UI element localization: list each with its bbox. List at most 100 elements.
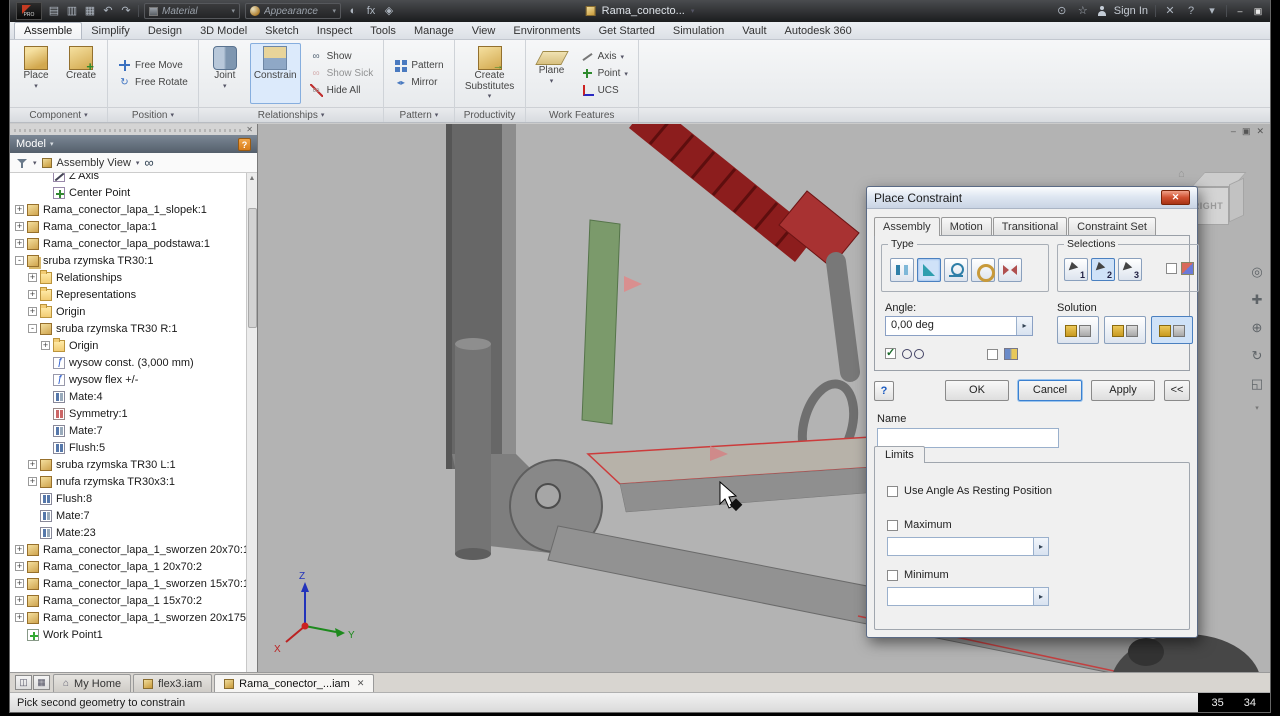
pattern-button[interactable]: Pattern [390,57,447,73]
tree-item-mate-7[interactable]: +Mate:7 [10,422,257,439]
ribbon-tab-environments[interactable]: Environments [504,23,589,39]
tree-expand-toggle[interactable]: + [28,307,37,316]
show-preview-checkbox[interactable] [885,346,896,359]
constraint-type-tangent-button[interactable] [944,258,968,282]
joint-button[interactable]: Joint ▾ [205,43,245,104]
selection-3-button[interactable]: 3 [1118,258,1142,281]
open-file-icon[interactable]: ▥ [65,1,79,21]
dialog-tab-motion[interactable]: Motion [940,217,992,236]
tree-item-rama-conector-lapa-1-slopek-1[interactable]: + Rama_conector_lapa_1_slopek:1 [10,201,257,218]
chevron-down-icon[interactable]: ▾ [50,140,54,148]
redo-icon[interactable]: ↷ [119,1,133,21]
constraint-type-insert-button[interactable] [971,258,995,282]
tree-expand-toggle[interactable]: + [15,562,24,571]
navigation-wheel-icon[interactable]: ◎ [1251,264,1262,280]
document-tab-rama-conector-iam[interactable]: Rama_conector_...iam ✕ [214,674,375,692]
panel-footer-work-features[interactable]: Work Features [525,107,638,122]
inventor-logo[interactable]: PRO [16,2,42,20]
minimize-window-icon[interactable]: ‒ [1234,6,1246,17]
axis-button[interactable]: Axis ▾ [577,49,632,65]
ribbon-tab-3d-model[interactable]: 3D Model [191,23,256,39]
sign-in-link[interactable]: Sign In [1114,5,1148,17]
panel-footer-relationships[interactable]: Relationships ▾ [198,107,384,122]
pan-icon[interactable]: ✚ [1252,292,1263,308]
tree-expand-toggle[interactable]: + [15,239,24,248]
tree-expand-toggle[interactable]: + [28,290,37,299]
scroll-up-icon[interactable]: ▲ [249,173,256,184]
constraint-type-symmetry-button[interactable] [998,258,1022,282]
look-at-icon[interactable]: ◱ [1251,376,1263,392]
tree-item-z-axis[interactable]: +Z Axis [10,173,257,184]
maximum-flyout-icon[interactable]: ▸ [1033,538,1048,555]
tree-item-origin[interactable]: + Origin [10,337,257,354]
point-button[interactable]: Point ▾ [577,66,632,82]
tree-item-mate-7[interactable]: +Mate:7 [10,507,257,524]
tree-item-relationships[interactable]: + Relationships [10,269,257,286]
undo-icon[interactable]: ↶ [101,1,115,21]
predict-offset-checkbox[interactable] [987,348,998,360]
minimum-flyout-icon[interactable]: ▸ [1033,588,1048,605]
angle-combo[interactable]: 0,00 deg ▸ [885,316,1033,336]
doc-minimize-icon[interactable]: ‒ [1231,126,1236,137]
exchange-icon[interactable]: ✕ [1163,1,1177,21]
chevron-down-icon[interactable]: ▾ [691,7,695,15]
ok-button[interactable]: OK [945,380,1009,401]
tree-expand-toggle[interactable]: + [15,613,24,622]
tree-item-rama-conector-lapa-1-sworzen-20x175-1[interactable]: + Rama_conector_lapa_1_sworzen 20x175:1 [10,609,257,626]
tree-item-rama-conector-lapa-1[interactable]: + Rama_conector_lapa:1 [10,218,257,235]
tree-item-mate-4[interactable]: +Mate:4 [10,388,257,405]
panel-footer-productivity[interactable]: Productivity [454,107,525,122]
favorites-star-icon[interactable]: ☆ [1076,1,1090,21]
tree-expand-toggle[interactable]: + [41,341,50,350]
dialog-tab-transitional[interactable]: Transitional [992,217,1068,236]
tree-expand-toggle[interactable]: - [15,256,24,265]
name-input[interactable] [877,428,1059,448]
find-binoculars-icon[interactable]: ∞ [144,156,153,169]
resting-position-checkbox[interactable] [887,485,898,497]
panel-footer-pattern[interactable]: Pattern ▾ [384,107,454,122]
cancel-button[interactable]: Cancel [1018,380,1082,401]
solution-undirected-button[interactable] [1104,316,1146,344]
tree-expand-toggle[interactable]: - [28,324,37,333]
ucs-button[interactable]: UCS [577,83,632,99]
apply-button[interactable]: Apply [1091,380,1155,401]
help-icon[interactable]: ? [1184,1,1198,21]
ribbon-tab-manage[interactable]: Manage [405,23,463,39]
ribbon-tab-simplify[interactable]: Simplify [82,23,139,39]
tree-item-rama-conector-lapa-1-sworzen-15x70-1[interactable]: + Rama_conector_lapa_1_sworzen 15x70:1 [10,575,257,592]
chevron-down-icon[interactable]: ▾ [33,159,37,167]
close-tab-icon[interactable]: ✕ [357,678,365,689]
tree-item-flush-5[interactable]: +Flush:5 [10,439,257,456]
show-button[interactable]: Show [306,49,378,65]
dialog-close-button[interactable]: ✕ [1161,190,1190,205]
orbit-icon[interactable]: ↻ [1252,348,1263,364]
tree-item-sruba-rzymska-tr30-l-1[interactable]: + sruba rzymska TR30 L:1 [10,456,257,473]
tree-expand-toggle[interactable]: + [28,273,37,282]
filter-icon[interactable] [16,157,28,169]
tree-item-wysow-flex[interactable]: +wysow flex +/- [10,371,257,388]
home-icon[interactable]: ⌂ [1178,168,1185,180]
tree-expand-toggle[interactable]: + [15,222,24,231]
constraint-type-mate-button[interactable] [890,258,914,282]
viewcube-side-face[interactable] [1229,177,1244,223]
dialog-tab-constraint-set[interactable]: Constraint Set [1068,217,1156,236]
tree-item-wysow-const-3-000-mm[interactable]: +wysow const. (3,000 mm) [10,354,257,371]
zoom-icon[interactable]: ⊕ [1252,320,1263,336]
show-sick-button[interactable]: Show Sick [306,66,378,82]
tree-item-rama-conector-lapa-podstawa-1[interactable]: + Rama_conector_lapa_podstawa:1 [10,235,257,252]
selection-1-button[interactable]: 1 [1064,258,1088,281]
minimum-checkbox[interactable] [887,569,898,581]
panel-footer-component[interactable]: Component ▾ [10,107,107,122]
browser-help-badge[interactable]: ? [238,137,251,151]
ribbon-tab-tools[interactable]: Tools [361,23,405,39]
navbar-more-icon[interactable]: ▾ [1255,404,1259,412]
restore-window-icon[interactable]: ▣ [1252,6,1264,17]
tree-item-sruba-rzymska-tr30-r-1[interactable]: - sruba rzymska TR30 R:1 [10,320,257,337]
ribbon-tab-assemble[interactable]: Assemble [14,22,83,39]
tree-item-center-point[interactable]: +Center Point [10,184,257,201]
angle-flyout-icon[interactable]: ▸ [1016,317,1032,335]
tree-expand-toggle[interactable]: + [15,596,24,605]
place-button[interactable]: Place ▾ [16,43,56,104]
constrain-button[interactable]: Constrain [249,43,301,104]
dialog-help-button[interactable]: ? [874,380,894,401]
